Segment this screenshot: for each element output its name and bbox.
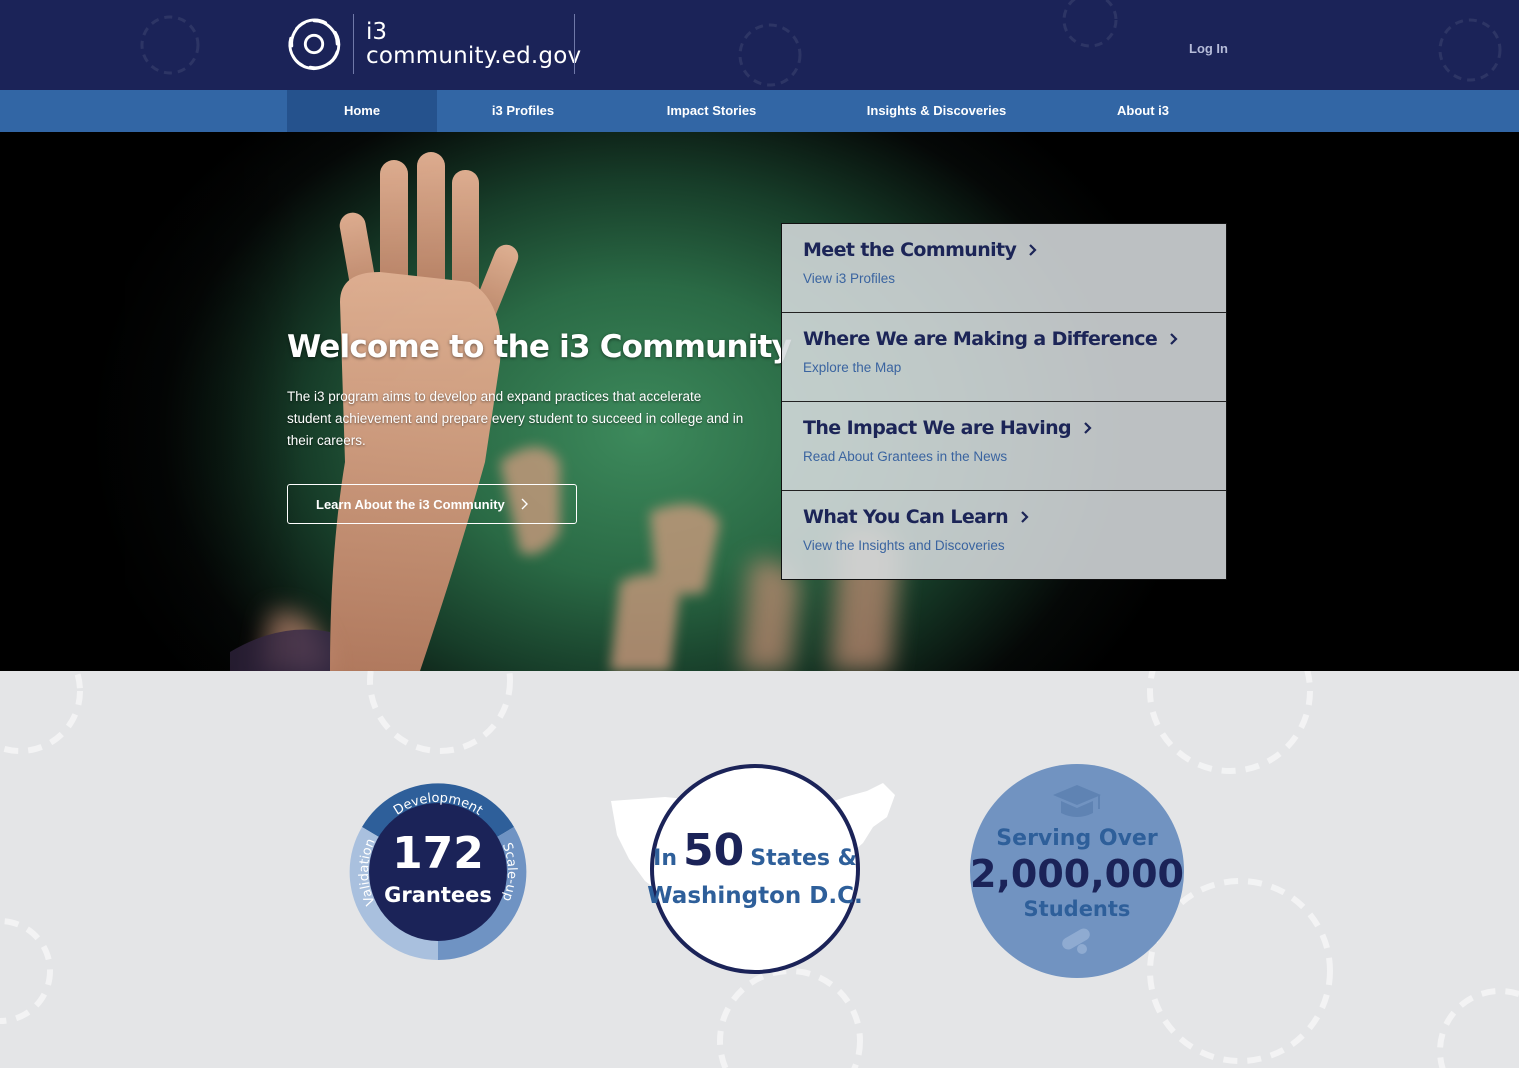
header-divider	[574, 14, 575, 74]
nav-item-about-i3[interactable]: About i3	[1059, 90, 1227, 132]
nav-item-impact-stories[interactable]: Impact Stories	[609, 90, 814, 132]
card-title: What You Can Learn	[803, 506, 1226, 528]
site-logo[interactable]: i3 community.ed.gov	[285, 12, 581, 76]
card-title-text: Meet the Community	[803, 239, 1017, 261]
card-title: Where We are Making a Difference	[803, 328, 1226, 350]
chevron-right-icon	[1029, 244, 1037, 256]
quick-links-panel: Meet the Community View i3 Profiles Wher…	[781, 223, 1227, 580]
chevron-right-icon	[1170, 333, 1178, 345]
students-number: 2,000,000	[970, 852, 1184, 896]
card-title-text: What You Can Learn	[803, 506, 1009, 528]
grantees-donut-chart: Development Scale-up Validation 172 Gran…	[349, 783, 527, 961]
hero-section: Welcome to the i3 Community The i3 progr…	[0, 132, 1519, 671]
hero-description: The i3 program aims to develop and expan…	[287, 389, 744, 448]
card-what-you-can-learn[interactable]: What You Can Learn View the Insights and…	[782, 491, 1226, 579]
card-subtitle: View i3 Profiles	[803, 271, 896, 286]
hero-vignette	[0, 132, 1519, 671]
nav-item-home[interactable]: Home	[287, 90, 437, 132]
nav-item-insights-discoveries[interactable]: Insights & Discoveries	[814, 90, 1059, 132]
nav-item-i3-profiles[interactable]: i3 Profiles	[437, 90, 609, 132]
card-title: The Impact We are Having	[803, 417, 1226, 439]
card-meet-community[interactable]: Meet the Community View i3 Profiles	[782, 224, 1226, 313]
students-line-1: Serving Over	[996, 826, 1158, 851]
card-making-difference[interactable]: Where We are Making a Difference Explore…	[782, 313, 1226, 402]
hero-title: Welcome to the i3 Community	[287, 329, 792, 365]
logo-line-2: community.ed.gov	[366, 43, 582, 69]
logo-text: i3 community.ed.gov	[366, 20, 581, 68]
states-line-2: Washington D.C.	[647, 883, 862, 909]
stats-section: Development Scale-up Validation 172 Gran…	[0, 671, 1519, 1068]
students-graphic: Serving Over 2,000,000 Students	[970, 764, 1184, 978]
chevron-right-icon	[1021, 511, 1029, 523]
learn-about-button[interactable]: Learn About the i3 Community	[287, 484, 577, 524]
card-subtitle: View the Insights and Discoveries	[803, 538, 1005, 553]
card-subtitle: Read About Grantees in the News	[803, 449, 1008, 464]
card-title-text: The Impact We are Having	[803, 417, 1072, 439]
card-title: Meet the Community	[803, 239, 1226, 261]
students-line-3: Students	[1024, 897, 1131, 921]
card-title-text: Where We are Making a Difference	[803, 328, 1158, 350]
grantees-number: 172	[392, 828, 484, 879]
swirl-logo-icon	[288, 18, 341, 70]
header-swirl-pattern	[140, 0, 1502, 87]
chevron-right-icon	[521, 498, 528, 510]
site-header: i3 community.ed.gov Log In	[0, 0, 1519, 90]
learn-about-button-label: Learn About the i3 Community	[316, 496, 505, 512]
logo-divider	[353, 14, 354, 74]
logo-line-1: i3	[366, 19, 388, 45]
chevron-right-icon	[1084, 422, 1092, 434]
card-impact-having[interactable]: The Impact We are Having Read About Gran…	[782, 402, 1226, 491]
card-subtitle: Explore the Map	[803, 360, 902, 375]
states-map-graphic: In 50 States & Washington D.C.	[611, 764, 895, 974]
main-nav: Home i3 Profiles Impact Stories Insights…	[0, 90, 1519, 132]
login-link[interactable]: Log In	[1189, 41, 1228, 56]
grantees-label: Grantees	[384, 883, 492, 907]
